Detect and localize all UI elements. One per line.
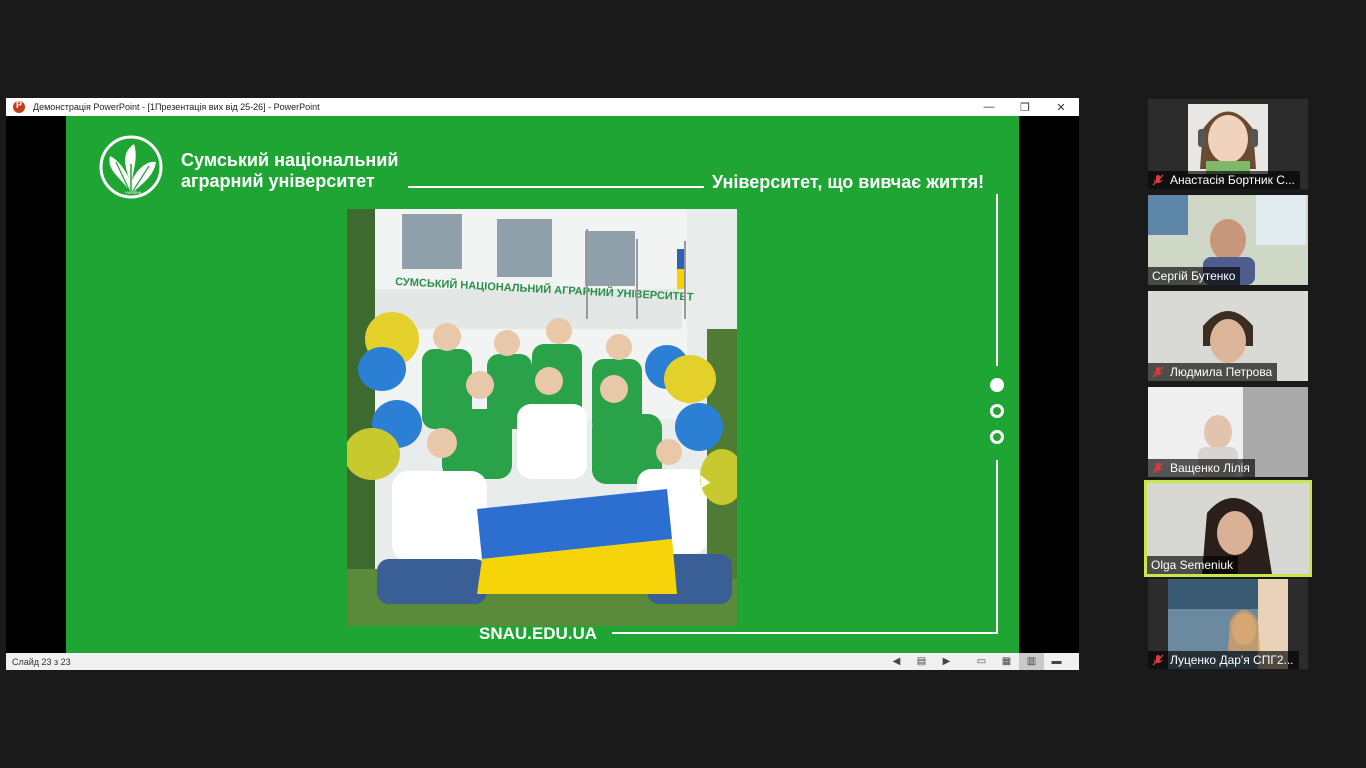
muted-mic-icon — [1152, 366, 1164, 378]
participant-name: Сергій Бутенко — [1152, 269, 1236, 283]
divider-line — [408, 186, 704, 188]
muted-mic-icon — [1152, 654, 1164, 666]
prev-icon[interactable]: ◀ — [884, 653, 909, 670]
status-bar: Слайд 23 з 23 ◀ ▤ ▶ ▭ ▦ ▥ ▬ — [6, 653, 1079, 670]
participant-tile[interactable]: Сергій Бутенко — [1148, 195, 1308, 285]
participant-label: Людмила Петрова — [1148, 363, 1278, 381]
powerpoint-icon — [13, 100, 25, 113]
participant-label: Луценко Дар'я СПГ2... — [1148, 651, 1299, 669]
window-title: Демонстрація PowerPoint - [1Презентація … — [33, 102, 320, 112]
slideshow-icon[interactable]: ▬ — [1044, 653, 1069, 670]
participant-name: Olga Semeniuk — [1151, 558, 1234, 572]
participant-label: Анастасія Бортник С... — [1148, 171, 1300, 189]
window-titlebar[interactable]: Демонстрація PowerPoint - [1Презентація … — [6, 98, 1079, 116]
slogan: Університет, що вивчає життя! — [712, 172, 985, 192]
normal-view-icon[interactable]: ▭ — [969, 653, 994, 670]
group-photo: СУМСЬКИЙ НАЦІОНАЛЬНИЙ АГРАРНИЙ УНІВЕРСИТ… — [347, 209, 737, 626]
participant-tile[interactable]: Луценко Дар'я СПГ2... — [1148, 579, 1308, 669]
decor-ring — [990, 404, 1004, 418]
status-bar-controls: ◀ ▤ ▶ ▭ ▦ ▥ ▬ — [884, 653, 1069, 670]
slide-sorter-icon[interactable]: ▦ — [994, 653, 1019, 670]
participant-name: Луценко Дар'я СПГ2... — [1170, 653, 1294, 667]
participant-name: Людмила Петрова — [1170, 365, 1273, 379]
muted-mic-icon — [1152, 174, 1164, 186]
window-controls: — ❐ ✕ — [971, 98, 1079, 116]
powerpoint-window: Демонстрація PowerPoint - [1Презентація … — [6, 98, 1079, 670]
participant-label: Olga Semeniuk — [1147, 556, 1239, 574]
university-name: Сумський національний аграрний університ… — [181, 150, 398, 192]
divider-line — [996, 194, 998, 366]
participant-name: Ващенко Лілія — [1170, 461, 1250, 475]
menu-icon[interactable]: ▤ — [909, 653, 934, 670]
reading-view-icon[interactable]: ▥ — [1019, 653, 1044, 670]
university-name-line1: Сумський національний — [181, 150, 399, 170]
decor-dot — [990, 378, 1004, 392]
divider-line — [996, 460, 998, 634]
participant-label: Сергій Бутенко — [1148, 267, 1241, 285]
logo-caption: УКРАЇНА — [125, 190, 142, 195]
participant-tile[interactable]: Людмила Петрова — [1148, 291, 1308, 381]
website-url: SNAU.EDU.UA — [479, 624, 598, 643]
slide[interactable]: УКРАЇНА Сумський національний аграрний у… — [66, 116, 1019, 653]
participant-tile[interactable]: Анастасія Бортник С... — [1148, 99, 1308, 189]
slide-counter: Слайд 23 з 23 — [12, 656, 71, 667]
screen: Демонстрація PowerPoint - [1Презентація … — [0, 0, 1366, 768]
restore-button[interactable]: ❐ — [1007, 98, 1043, 116]
close-button[interactable]: ✕ — [1043, 98, 1079, 116]
participant-name: Анастасія Бортник С... — [1170, 173, 1295, 187]
participant-tile[interactable]: Ващенко Лілія — [1148, 387, 1308, 477]
next-icon[interactable]: ▶ — [934, 653, 959, 670]
decor-ring — [990, 430, 1004, 444]
group-photo-illustration: СУМСЬКИЙ НАЦІОНАЛЬНИЙ АГРАРНИЙ УНІВЕРСИТ… — [347, 209, 737, 626]
university-name-line2: аграрний університет — [181, 171, 375, 191]
muted-mic-icon — [1152, 462, 1164, 474]
participant-label: Ващенко Лілія — [1148, 459, 1255, 477]
slide-viewport[interactable]: УКРАЇНА Сумський національний аграрний у… — [6, 116, 1079, 653]
minimize-button[interactable]: — — [971, 98, 1007, 116]
divider-line — [612, 632, 998, 634]
participant-tile-active-speaker[interactable]: Olga Semeniuk — [1144, 480, 1312, 577]
